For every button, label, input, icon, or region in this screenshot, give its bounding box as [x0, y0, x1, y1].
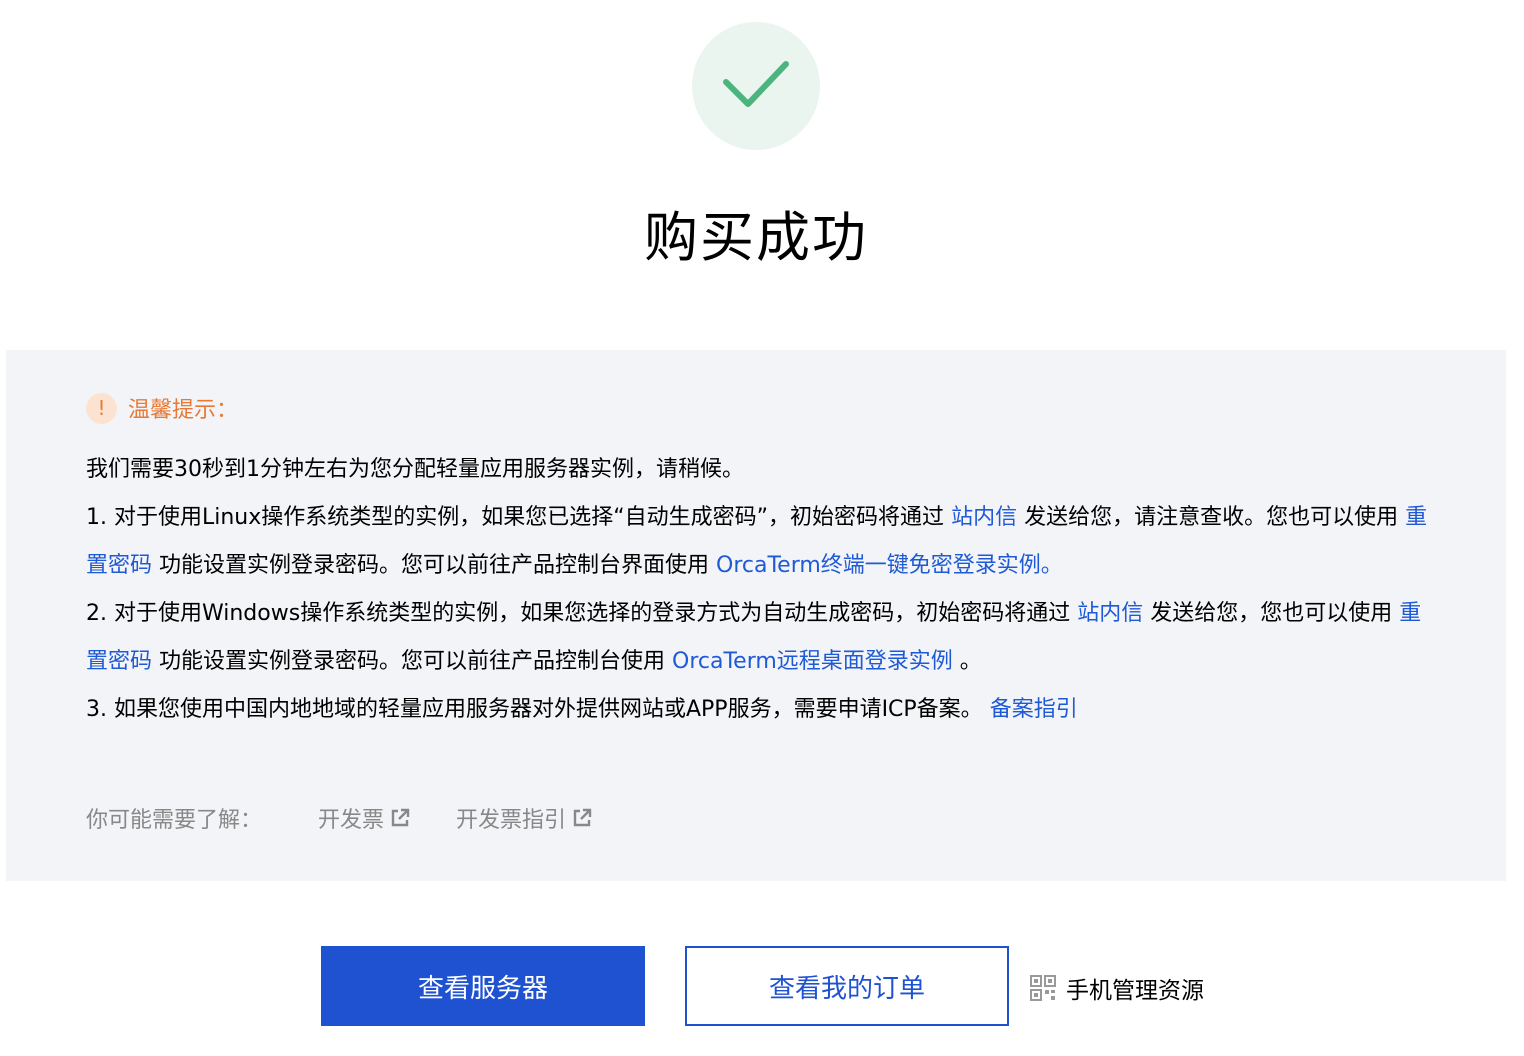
mobile-manage-link[interactable]: 手机管理资源: [1030, 966, 1204, 1010]
page-title: 购买成功: [644, 206, 868, 269]
tips-item-linux: 1. 对于使用Linux操作系统类型的实例，如果您已选择“自动生成密码”，初始密…: [86, 505, 1428, 578]
view-servers-button[interactable]: 查看服务器: [321, 946, 645, 1026]
icp-guide-link[interactable]: 备案指引: [990, 697, 1078, 722]
more-info-row: 你可能需要了解： 开发票 开发票指引: [86, 798, 638, 838]
purchase-success-page: 购买成功 ! 温馨提示： 我们需要30秒到1分钟左右为您分配轻量应用服务器实例，…: [0, 0, 1524, 1056]
tips-header: ! 温馨提示：: [86, 392, 238, 424]
external-link-icon: [391, 808, 410, 827]
orcaterm-login-link[interactable]: OrcaTerm终端一键免密登录实例。: [716, 553, 1063, 578]
invoice-link[interactable]: 开发票: [318, 802, 410, 834]
tips-body: 我们需要30秒到1分钟左右为您分配轻量应用服务器实例，请稍候。 1. 对于使用L…: [86, 446, 1436, 734]
external-link-icon: [573, 808, 592, 827]
qr-code-icon: [1030, 975, 1056, 1001]
site-message-link[interactable]: 站内信: [1077, 601, 1143, 626]
mobile-manage-label: 手机管理资源: [1066, 978, 1204, 1004]
tips-panel: ! 温馨提示： 我们需要30秒到1分钟左右为您分配轻量应用服务器实例，请稍候。 …: [6, 350, 1506, 881]
warning-icon: !: [86, 392, 117, 424]
tips-intro: 我们需要30秒到1分钟左右为您分配轻量应用服务器实例，请稍候。: [86, 457, 744, 482]
invoice-guide-link[interactable]: 开发票指引: [456, 802, 592, 834]
view-orders-button[interactable]: 查看我的订单: [685, 946, 1009, 1026]
tips-title: 温馨提示：: [128, 398, 239, 423]
check-icon: [723, 61, 789, 107]
tips-item-icp: 3. 如果您使用中国内地地域的轻量应用服务器对外提供网站或APP服务，需要申请I…: [86, 697, 1078, 722]
tips-item-windows: 2. 对于使用Windows操作系统类型的实例，如果您选择的登录方式为自动生成密…: [86, 601, 1422, 674]
site-message-link[interactable]: 站内信: [951, 505, 1017, 530]
success-badge: [692, 22, 820, 150]
more-info-label: 你可能需要了解：: [86, 808, 263, 833]
orcaterm-remote-desktop-link[interactable]: OrcaTerm远程桌面登录实例: [672, 649, 953, 674]
